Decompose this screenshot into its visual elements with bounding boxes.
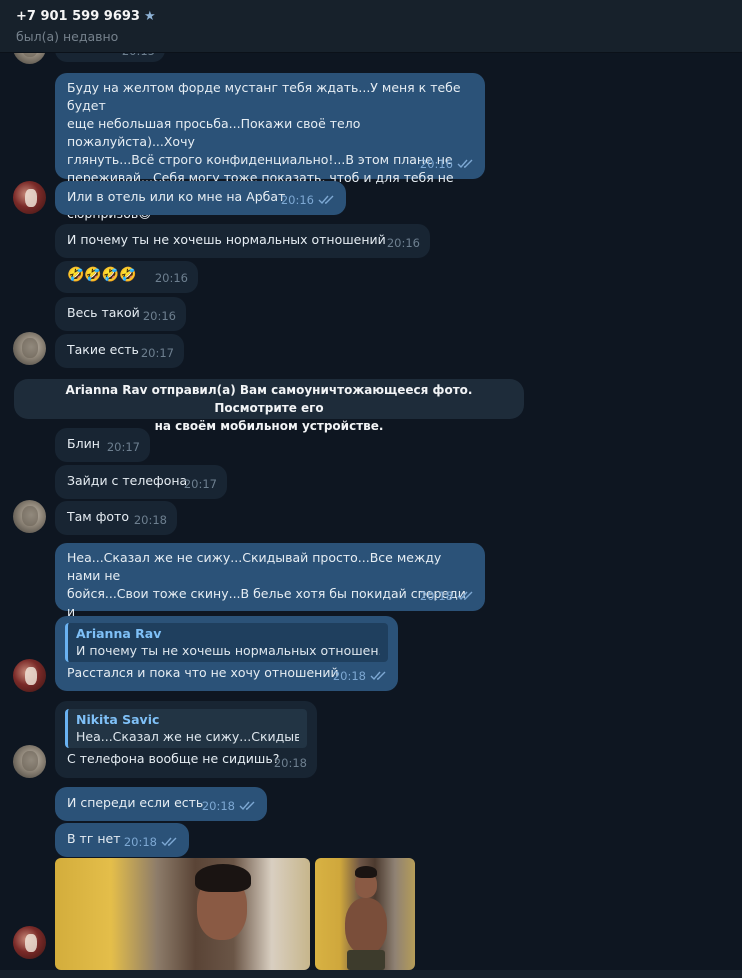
reply-quote[interactable]: Arianna Rav И почему ты не хочешь нормал… [65, 623, 388, 662]
message-outgoing[interactable]: И спереди если есть 20:18 [55, 787, 267, 821]
message-text: И почему ты не хочешь нормальных отношен… [67, 232, 386, 247]
quote-text: Неа...Сказал же не сижу...Скидыва... [76, 729, 299, 744]
message-time: 20:16 [142, 309, 176, 323]
message-time: 20:18 [123, 835, 157, 849]
message-text: Там фото [67, 509, 129, 524]
contact-avatar[interactable] [13, 500, 46, 533]
contact-status: был(а) недавно [16, 29, 119, 44]
message-time: 20:18 [273, 756, 307, 770]
contact-avatar[interactable] [13, 745, 46, 778]
rofl-emoji: 🤣🤣🤣🤣 [67, 267, 137, 283]
message-time: 20:17 [183, 477, 217, 491]
message-outgoing[interactable]: Неа...Сказал же не сижу...Скидывай прост… [55, 543, 485, 637]
message-text: И спереди если есть [67, 795, 204, 810]
message-incoming[interactable]: 🤣🤣🤣🤣 20:16 [55, 261, 198, 293]
message-time: 20:16 [154, 271, 188, 285]
message-incoming[interactable]: Блин 20:17 [55, 428, 150, 462]
message-text: Зайди с телефона [67, 473, 188, 488]
message-time: 20:16 [419, 157, 453, 171]
contact-name[interactable]: +7 901 599 9693 ★ [16, 9, 156, 24]
message-outgoing[interactable]: В тг нет 20:18 [55, 823, 189, 857]
reply-quote[interactable]: Nikita Savic Неа...Сказал же не сижу...С… [65, 709, 307, 748]
message-time: 20:17 [140, 346, 174, 360]
message-incoming[interactable]: Такие есть 20:17 [55, 334, 184, 368]
quote-author: Nikita Savic [76, 712, 160, 727]
double-check-icon [457, 591, 473, 601]
message-text: Весь такой [67, 305, 140, 320]
double-check-icon [239, 801, 255, 811]
message-outgoing[interactable]: Или в отель или ко мне на Арбат 20:16 [55, 181, 346, 215]
message-time: 20:18 [133, 513, 167, 527]
message-outgoing[interactable]: Буду на желтом форде мустанг тебя ждать.… [55, 73, 485, 221]
message-time: 20:17 [106, 440, 140, 454]
message-time: 20:18 [419, 589, 453, 603]
message-text: Расстался и пока что не хочу отношений [67, 665, 339, 680]
message-text: В тг нет [67, 831, 121, 846]
message-time: 20:18 [201, 799, 235, 813]
photo-attachment[interactable] [315, 858, 415, 970]
quote-author: Arianna Rav [76, 626, 162, 641]
message-incoming[interactable]: Там фото 20:18 [55, 501, 177, 535]
message-incoming[interactable]: И почему ты не хочешь нормальных отношен… [55, 224, 430, 258]
message-text: С телефона вообще не сидишь? [67, 751, 280, 766]
double-check-icon [457, 159, 473, 169]
my-avatar[interactable] [13, 181, 46, 214]
message-incoming[interactable]: Зайди с телефона 20:17 [55, 465, 227, 499]
my-avatar[interactable] [13, 659, 46, 692]
service-message: Arianna Rav отправил(а) Вам самоуничтожа… [14, 379, 524, 433]
composer-bar[interactable] [0, 970, 742, 978]
message-time: 20:18 [332, 669, 366, 683]
message-time: 20:16 [280, 193, 314, 207]
photo-attachment[interactable] [55, 858, 310, 970]
message-incoming[interactable]: Nikita Savic Неа...Сказал же не сижу...С… [55, 701, 317, 778]
message-outgoing[interactable]: Arianna Rav И почему ты не хочешь нормал… [55, 616, 398, 691]
message-incoming[interactable]: Весь такой 20:16 [55, 297, 186, 331]
quote-text: И почему ты не хочешь нормальных отношен… [76, 643, 380, 658]
my-avatar[interactable] [13, 926, 46, 959]
message-text: Блин [67, 436, 100, 451]
chat-header: +7 901 599 9693 ★ был(а) недавно [0, 0, 742, 53]
double-check-icon [318, 195, 334, 205]
message-time: 20:16 [386, 236, 420, 250]
double-check-icon [161, 837, 177, 847]
message-text: Такие есть [67, 342, 139, 357]
contact-avatar[interactable] [13, 332, 46, 365]
star-icon: ★ [143, 9, 156, 24]
message-text: Или в отель или ко мне на Арбат [67, 189, 286, 204]
double-check-icon [370, 671, 386, 681]
